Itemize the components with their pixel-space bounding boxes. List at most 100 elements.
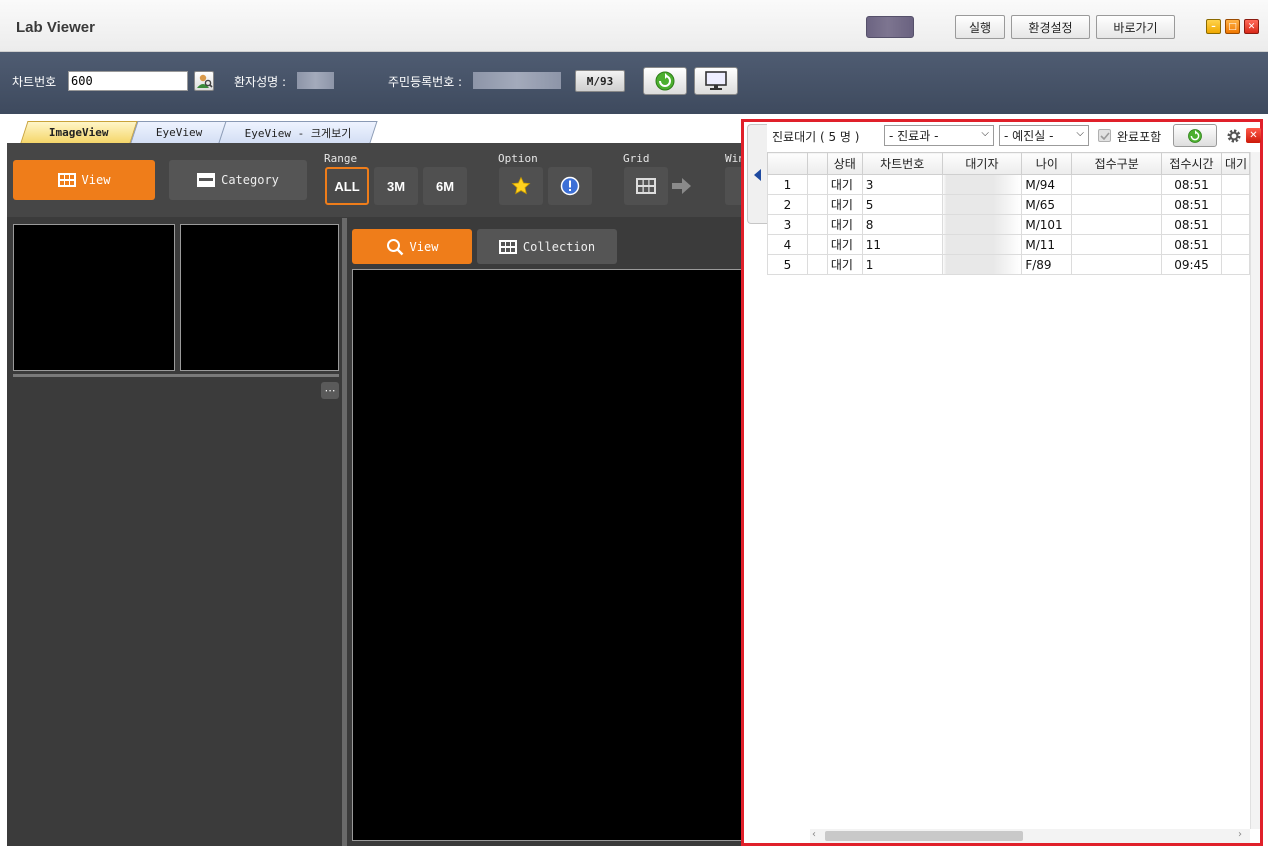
col-header-status[interactable]: 상태 xyxy=(826,152,863,175)
scroll-left-icon[interactable]: ‹ xyxy=(812,829,816,840)
patient-name-cell xyxy=(941,254,1023,275)
table-row[interactable]: 3 대기 8 M/101 08:51 xyxy=(767,214,1251,235)
col-header[interactable] xyxy=(767,152,808,175)
room-select-value: - 예진실 - xyxy=(1004,129,1054,143)
col-header-age[interactable]: 나이 xyxy=(1021,152,1073,175)
chart-no-cell: 5 xyxy=(861,194,943,215)
chart-no-input[interactable]: 600 xyxy=(68,71,188,91)
chart-no-cell: 1 xyxy=(861,254,943,275)
range-label: Range xyxy=(324,152,358,165)
row-number: 3 xyxy=(767,214,808,235)
include-done-label: 완료포함 xyxy=(1117,130,1162,144)
viewer-view-button[interactable]: View xyxy=(352,229,472,264)
thumbnail-slot[interactable] xyxy=(13,224,175,371)
maximize-button[interactable]: □ xyxy=(1225,19,1240,34)
col-header-reception-time[interactable]: 접수시간 xyxy=(1161,152,1222,175)
range-all-button[interactable]: ALL xyxy=(325,167,369,205)
run-button[interactable]: 실행 xyxy=(955,15,1005,39)
close-window-button[interactable]: ✕ xyxy=(1244,19,1259,34)
favorite-button[interactable] xyxy=(499,167,543,205)
reception-time-cell: 08:51 xyxy=(1161,194,1222,215)
list-icon xyxy=(197,173,216,187)
window-button[interactable] xyxy=(725,167,741,205)
col-header-chart-no[interactable]: 차트번호 xyxy=(861,152,943,175)
viewer-collection-button[interactable]: Collection xyxy=(477,229,617,264)
minimize-button[interactable]: – xyxy=(1206,19,1221,34)
reception-time-cell: 08:51 xyxy=(1161,234,1222,255)
chevron-down-icon: ⌵ xyxy=(981,128,989,139)
table-row[interactable]: 2 대기 5 M/65 08:51 xyxy=(767,194,1251,215)
row-number: 2 xyxy=(767,194,808,215)
thumbnail-slot[interactable] xyxy=(180,224,339,371)
image-viewer-canvas[interactable] xyxy=(352,269,767,841)
patient-name-cell xyxy=(941,234,1023,255)
table-row[interactable]: 4 대기 11 M/11 08:51 xyxy=(767,234,1251,255)
waitlist-collapse-tab[interactable] xyxy=(747,124,767,224)
tab-imageview[interactable]: ImageView xyxy=(20,121,138,143)
row-number: 4 xyxy=(767,234,808,255)
alert-button[interactable] xyxy=(548,167,592,205)
row-marker xyxy=(806,214,828,235)
age-cell: M/94 xyxy=(1021,174,1073,195)
reception-type-cell xyxy=(1071,194,1163,215)
reception-time-cell: 08:51 xyxy=(1161,174,1222,195)
thumbnail-divider[interactable] xyxy=(13,374,339,377)
gear-icon[interactable] xyxy=(1226,128,1242,147)
col-header-patient[interactable]: 대기자 xyxy=(941,152,1023,175)
tab-eyeview-large-label: EyeView - 크게보기 xyxy=(244,126,352,140)
tab-eyeview[interactable]: EyeView xyxy=(130,121,228,143)
status-cell: 대기 xyxy=(826,214,863,235)
status-cell: 대기 xyxy=(826,254,863,275)
col-header[interactable] xyxy=(806,152,828,175)
more-icon[interactable]: ⋯ xyxy=(321,382,339,399)
wait-cell xyxy=(1220,174,1251,195)
table-row[interactable]: 1 대기 3 M/94 08:51 xyxy=(767,174,1251,195)
chart-no-cell: 3 xyxy=(861,174,943,195)
chart-no-cell: 8 xyxy=(861,214,943,235)
table-row[interactable]: 5 대기 1 F/89 09:45 xyxy=(767,254,1251,275)
scroll-right-icon[interactable]: › xyxy=(1238,829,1242,840)
monitor-button[interactable] xyxy=(694,67,738,95)
grid-next-button[interactable] xyxy=(672,177,692,198)
reception-type-cell xyxy=(1071,214,1163,235)
waitlist-vertical-scrollbar[interactable] xyxy=(1250,152,1260,829)
scrollbar-thumb[interactable] xyxy=(825,831,1023,841)
grid-layout-button[interactable] xyxy=(624,167,668,205)
dept-select[interactable]: - 진료과 - ⌵ xyxy=(884,125,994,146)
chart-no-label: 차트번호 xyxy=(12,75,57,89)
wait-cell xyxy=(1220,194,1251,215)
settings-button[interactable]: 환경설정 xyxy=(1011,15,1090,39)
alert-icon xyxy=(560,176,580,196)
waitlist-header-row: 상태 차트번호 대기자 나이 접수구분 접수시간 대기 xyxy=(767,152,1251,175)
room-select[interactable]: - 예진실 - ⌵ xyxy=(999,125,1089,146)
collection-icon xyxy=(498,239,517,254)
row-number: 5 xyxy=(767,254,808,275)
col-header-reception-type[interactable]: 접수구분 xyxy=(1071,152,1163,175)
panel-splitter[interactable] xyxy=(342,218,347,846)
status-cell: 대기 xyxy=(826,174,863,195)
patient-name-value xyxy=(297,72,334,89)
waitlist-refresh-button[interactable] xyxy=(1173,124,1217,147)
refresh-icon xyxy=(1188,128,1202,143)
shortcut-button[interactable]: 바로가기 xyxy=(1096,15,1175,39)
range-6m-button[interactable]: 6M xyxy=(423,167,467,205)
col-header-wait[interactable]: 대기 xyxy=(1220,152,1251,175)
refresh-patient-button[interactable] xyxy=(643,67,687,95)
patient-search-button[interactable] xyxy=(194,71,214,91)
rrn-value xyxy=(473,72,561,89)
option-label: Option xyxy=(498,152,538,165)
close-icon[interactable]: ✕ xyxy=(1246,128,1261,143)
range-3m-button[interactable]: 3M xyxy=(374,167,418,205)
view-mode-button[interactable]: View xyxy=(13,160,155,200)
chart-no-cell: 11 xyxy=(861,234,943,255)
wait-cell xyxy=(1220,254,1251,275)
sex-age-badge: M/93 xyxy=(575,70,625,92)
waitlist-horizontal-scrollbar[interactable]: ‹ › xyxy=(810,829,1250,843)
user-badge[interactable] xyxy=(866,16,914,38)
category-mode-button[interactable]: Category xyxy=(169,160,307,200)
row-marker xyxy=(806,174,828,195)
row-marker xyxy=(806,194,828,215)
rrn-label: 주민등록번호 : xyxy=(388,75,463,89)
include-done-checkbox[interactable] xyxy=(1098,129,1111,142)
tab-eyeview-large[interactable]: EyeView - 크게보기 xyxy=(218,121,378,143)
